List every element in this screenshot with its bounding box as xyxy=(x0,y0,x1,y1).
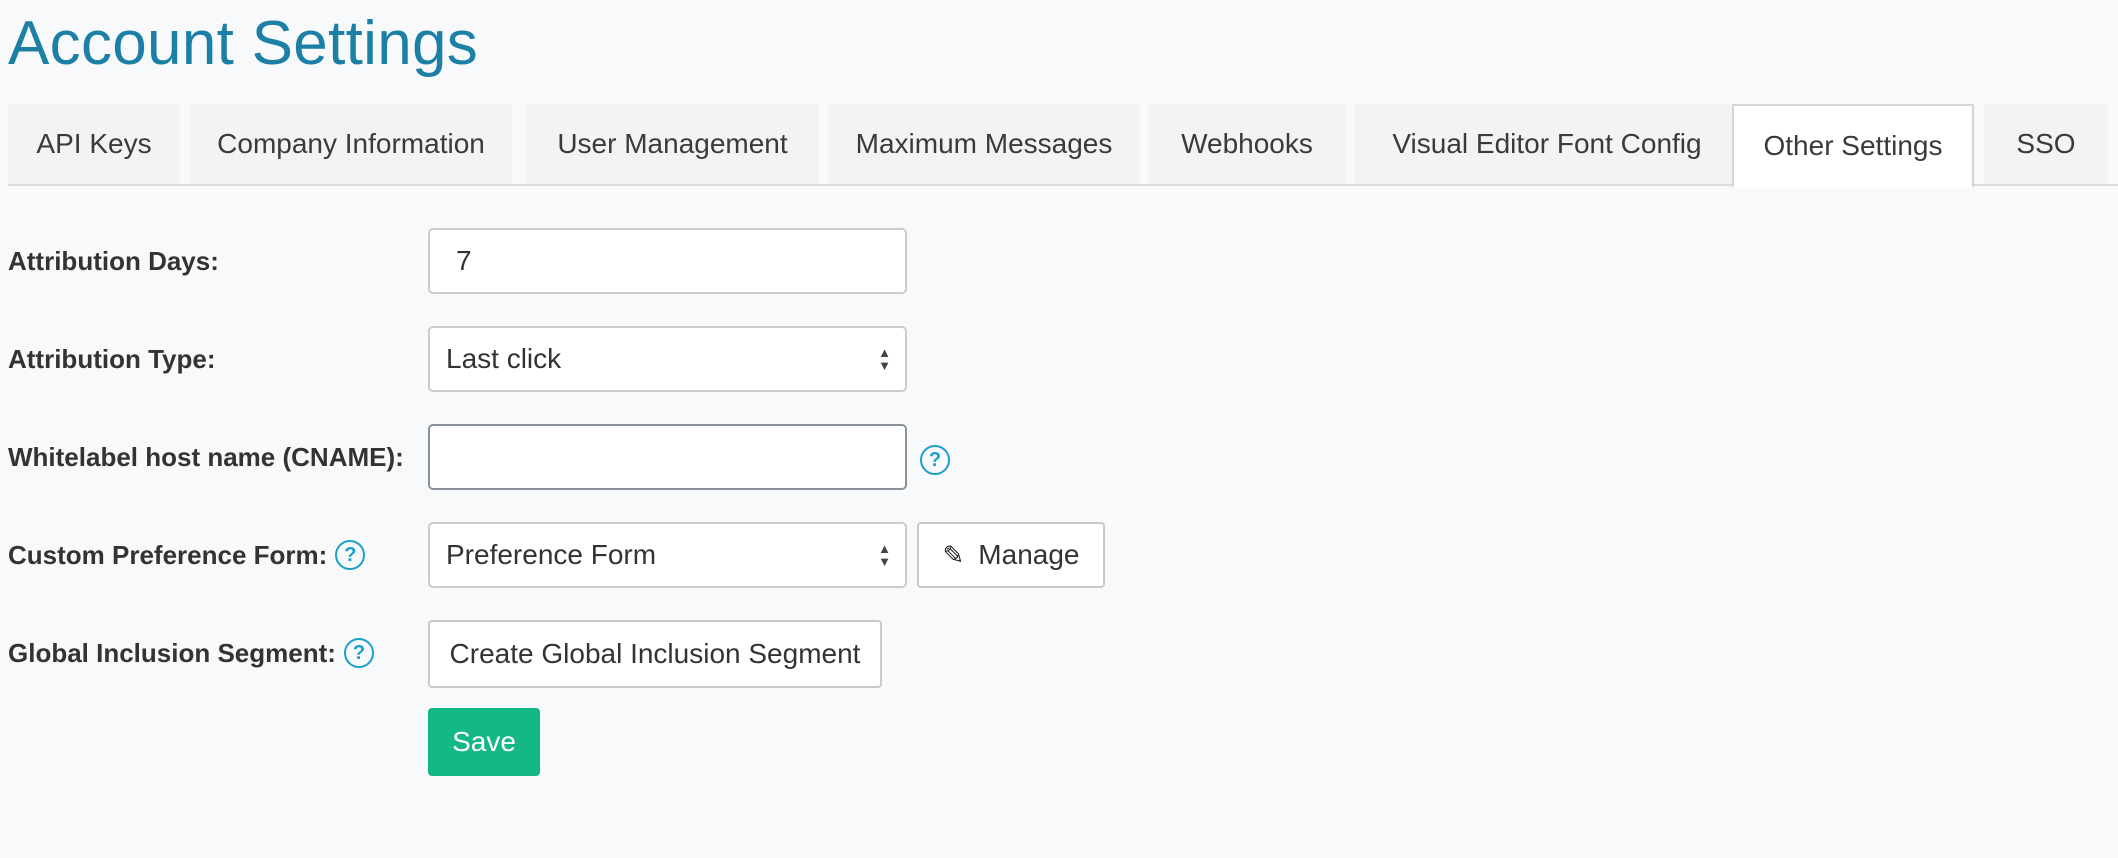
preference-form-select[interactable]: Preference Form ▲ ▼ xyxy=(428,522,907,588)
tab-user-management[interactable]: User Management xyxy=(526,104,819,186)
select-arrows-icon: ▲ ▼ xyxy=(878,345,891,373)
create-global-inclusion-segment-button[interactable]: Create Global Inclusion Segment xyxy=(428,620,882,688)
save-button[interactable]: Save xyxy=(428,708,540,776)
help-circle-icon[interactable]: ? xyxy=(343,638,374,668)
whitelabel-help-icon[interactable]: ? xyxy=(920,445,950,475)
global-inclusion-segment-label: Global Inclusion Segment: ? xyxy=(8,620,374,686)
tab-label: API Keys xyxy=(36,128,152,159)
preference-form-value: Preference Form xyxy=(446,539,657,570)
tab-visual-editor-font-config[interactable]: Visual Editor Font Config xyxy=(1355,104,1739,186)
tab-maximum-messages[interactable]: Maximum Messages xyxy=(828,104,1140,186)
whitelabel-host-label: Whitelabel host name (CNAME): xyxy=(8,441,404,472)
pencil-icon: ✎ xyxy=(942,539,965,570)
attribution-type-value: Last click xyxy=(446,343,562,374)
attribution-days-label: Attribution Days: xyxy=(8,245,219,276)
settings-tabs: API Keys Company Information User Manage… xyxy=(8,104,2118,188)
attribution-type-label: Attribution Type: xyxy=(8,343,216,374)
whitelabel-host-input[interactable] xyxy=(428,424,907,490)
custom-preference-form-label: Custom Preference Form: ? xyxy=(8,522,366,588)
attribution-type-select[interactable]: Last click ▲ ▼ xyxy=(428,326,907,392)
tab-label: Visual Editor Font Config xyxy=(1392,128,1702,159)
tab-label: Other Settings xyxy=(1763,130,1943,161)
tab-label: Maximum Messages xyxy=(855,128,1113,159)
page-title: Account Settings xyxy=(8,9,479,78)
help-circle-icon[interactable]: ? xyxy=(335,540,366,570)
tab-label: Company Information xyxy=(217,128,485,159)
tab-other-settings[interactable]: Other Settings xyxy=(1732,104,1974,188)
select-arrows-icon: ▲ ▼ xyxy=(878,541,891,569)
manage-button[interactable]: ✎ Manage xyxy=(917,522,1105,588)
attribution-days-input[interactable]: 7 xyxy=(428,228,907,294)
tab-api-keys[interactable]: API Keys xyxy=(8,104,180,186)
tab-webhooks[interactable]: Webhooks xyxy=(1148,104,1346,186)
tab-sso[interactable]: SSO xyxy=(1984,104,2108,186)
tab-label: SSO xyxy=(2016,128,2076,159)
tab-label: Webhooks xyxy=(1181,128,1313,159)
tab-label: User Management xyxy=(557,128,788,159)
tab-company-information[interactable]: Company Information xyxy=(190,104,512,186)
